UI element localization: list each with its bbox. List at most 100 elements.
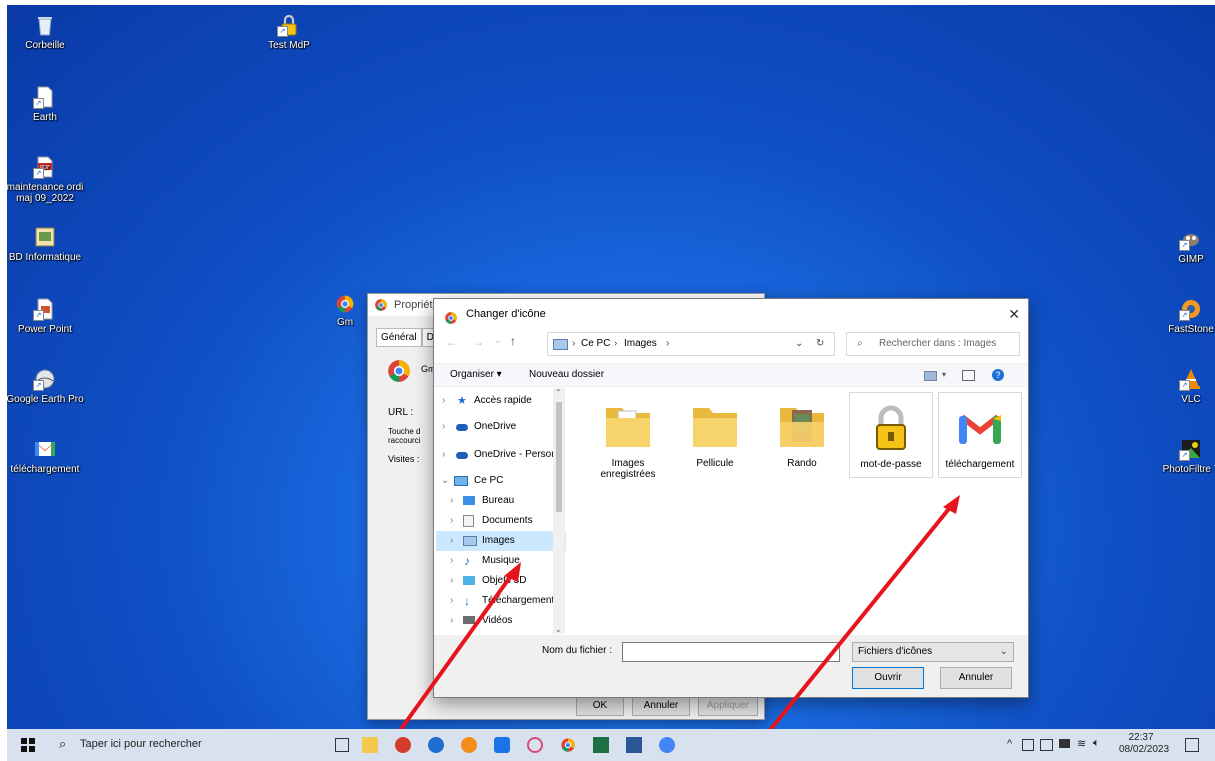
snip-icon[interactable] <box>527 737 543 753</box>
scroll-up-icon[interactable]: ⌃ <box>555 388 562 397</box>
desktop-icon-bd-informatique[interactable]: BD Informatique <box>7 225 88 263</box>
new-folder-button[interactable]: Nouveau dossier <box>529 364 604 386</box>
battery-icon[interactable] <box>1059 739 1070 748</box>
images-icon <box>463 536 477 546</box>
desktop-icon-power-point[interactable]: ↗ Power Point <box>7 297 88 335</box>
edge-icon[interactable] <box>428 737 444 753</box>
file-item-rando[interactable]: Rando <box>761 392 843 476</box>
tab-general[interactable]: Général <box>376 328 422 347</box>
notification-app-icon[interactable] <box>1040 739 1053 751</box>
apply-button[interactable]: Appliquer <box>698 696 758 716</box>
volume-icon[interactable]: 🔈︎ <box>1093 737 1100 750</box>
3d-objects-icon <box>463 576 475 585</box>
desktop-icon-vlc[interactable]: ↗ VLC <box>1148 367 1215 405</box>
tray-chevron-icon[interactable]: ^ <box>1007 738 1012 750</box>
tree-item-onedrive[interactable]: › OneDrive <box>436 417 566 437</box>
search-box[interactable]: ⌕ Rechercher dans : Images <box>846 332 1020 356</box>
taskbar-search-placeholder[interactable]: Taper ici pour rechercher <box>80 738 202 750</box>
tree-item-acces-rapide[interactable]: › ★ Accès rapide <box>436 391 566 411</box>
chrome-app-icon[interactable] <box>659 737 675 753</box>
preview-pane-icon[interactable] <box>962 370 975 381</box>
ccleaner-icon[interactable] <box>395 737 411 753</box>
ok-button[interactable]: OK <box>576 696 624 716</box>
desktop-icon-corbeille[interactable]: Corbeille <box>7 13 88 51</box>
organize-button[interactable]: Organiser ▾ <box>450 364 502 386</box>
excel-icon[interactable] <box>593 737 609 753</box>
command-bar: Organiser ▾ Nouveau dossier ▾ ? <box>434 363 1028 387</box>
notification-center-icon[interactable] <box>1185 738 1199 752</box>
clock[interactable]: 22:37 08/02/2023 <box>1119 732 1169 756</box>
tree-item-onedrive-perso[interactable]: › OneDrive - Person <box>436 445 566 465</box>
word-icon[interactable] <box>626 737 642 753</box>
navigation-bar: ← → ⌄ ↑ › Ce PC › Images › ⌄ ↻ ⌕ Recherc… <box>434 329 1028 359</box>
view-dropdown-icon[interactable]: ▾ <box>942 364 946 386</box>
shortcut-arrow-icon: ↗ <box>1179 240 1190 251</box>
tree-item-objets-3d[interactable]: › Objets 3D <box>436 571 566 591</box>
address-dropdown-icon[interactable]: ⌄ <box>795 333 803 355</box>
desktop-icon-earth[interactable]: ↗ Earth <box>7 85 88 123</box>
cancel-button[interactable]: Annuler <box>632 696 690 716</box>
back-arrow-icon[interactable]: ← <box>446 335 458 349</box>
scroll-down-icon[interactable]: ⌄ <box>555 625 562 634</box>
tree-item-telechargements[interactable]: › ↓ Téléchargements <box>436 591 566 611</box>
tree-item-label: OneDrive <box>474 421 517 432</box>
filetype-select[interactable]: Fichiers d'icônes ⌄ <box>852 642 1014 662</box>
tree-item-label: Téléchargements <box>482 595 560 606</box>
clock-time: 22:37 <box>1128 732 1154 743</box>
chrome-icon[interactable] <box>560 737 576 753</box>
scrollbar-thumb[interactable] <box>556 402 562 512</box>
avast-icon[interactable] <box>461 737 477 753</box>
filename-input[interactable] <box>622 642 840 662</box>
teamviewer-icon[interactable] <box>494 737 510 753</box>
close-icon[interactable]: ✕ <box>1008 299 1020 329</box>
breadcrumb-images[interactable]: Images <box>624 333 657 355</box>
desktop-icon-maintenance[interactable]: PDF ↗ maintenance ordi maj 09_2022 <box>7 155 88 204</box>
cancel-button[interactable]: Annuler <box>940 667 1012 689</box>
forward-arrow-icon[interactable]: → <box>472 335 484 349</box>
desktop-icon-photofiltre[interactable]: ↗ PhotoFiltre 7 <box>1148 437 1215 475</box>
tree-item-videos[interactable]: › Vidéos <box>436 611 566 631</box>
tree-item-images[interactable]: › Images <box>436 531 566 551</box>
open-button[interactable]: Ouvrir <box>852 667 924 689</box>
file-item-label: Pellicule <box>696 458 734 469</box>
desktop-icon-gmail-partial[interactable]: Gm <box>315 294 375 328</box>
shortcut-arrow-icon: ↗ <box>33 168 44 179</box>
desktop-icon-gimp[interactable]: ↗ GIMP <box>1148 227 1215 265</box>
up-arrow-icon[interactable]: ↑ <box>510 334 516 348</box>
file-item-mot-de-passe[interactable]: mot-de-passe <box>849 392 933 478</box>
help-icon[interactable]: ? <box>992 369 1004 381</box>
search-icon[interactable]: ⌕ <box>59 736 66 752</box>
tree-item-documents[interactable]: › Documents <box>436 511 566 531</box>
pc-icon <box>454 476 468 486</box>
windows-start-icon[interactable] <box>21 738 35 757</box>
meet-now-icon[interactable] <box>1022 739 1034 751</box>
photo-folder-icon <box>774 398 830 454</box>
tree-item-bureau[interactable]: › Bureau <box>436 491 566 511</box>
desktop-icon-label: Earth <box>33 112 57 123</box>
tree-scrollbar[interactable]: ⌃ ⌄ <box>553 388 565 634</box>
wifi-icon[interactable]: ≋ <box>1077 737 1086 750</box>
dialog-title: Changer d'icône <box>466 308 546 320</box>
recent-chevron-icon[interactable]: ⌄ <box>494 335 502 346</box>
desktop-icon-telechargement[interactable]: téléchargement <box>7 437 88 475</box>
tree-item-label: Objets 3D <box>482 575 527 586</box>
file-item-pellicule[interactable]: Pellicule <box>674 392 756 476</box>
database-icon <box>33 225 57 249</box>
desktop-icon-test-mdp[interactable]: ↗ Test MdP <box>246 13 332 51</box>
taskbar: ⌕ Taper ici pour rechercher ^ ≋ 🔈︎ 22:37… <box>7 729 1215 761</box>
desktop-icon-google-earth-pro[interactable]: ↗ Google Earth Pro <box>7 367 88 405</box>
search-icon: ⌕ <box>857 338 863 349</box>
desktop-icon-faststone[interactable]: ↗ FastStone <box>1148 297 1215 335</box>
address-bar[interactable]: › Ce PC › Images › ⌄ ↻ <box>547 332 835 356</box>
lock-icon <box>863 399 919 455</box>
tree-item-musique[interactable]: › ♪ Musique <box>436 551 566 571</box>
file-explorer-icon[interactable] <box>362 737 378 753</box>
tree-item-label: OneDrive - Person <box>474 449 557 460</box>
task-view-icon[interactable] <box>335 738 349 752</box>
file-item-images-enregistrees[interactable]: Images enregistrées <box>587 392 669 480</box>
tree-item-ce-pc[interactable]: ⌄ Ce PC <box>436 471 566 491</box>
breadcrumb-ce-pc[interactable]: Ce PC <box>581 333 610 355</box>
refresh-icon[interactable]: ↻ <box>816 333 824 355</box>
file-item-telechargement[interactable]: téléchargement <box>938 392 1022 478</box>
view-options-icon[interactable] <box>924 371 937 381</box>
